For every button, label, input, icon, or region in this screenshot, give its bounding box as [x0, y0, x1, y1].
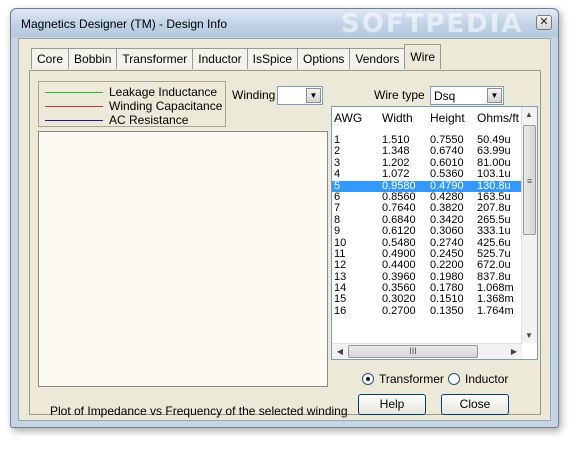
- scroll-left-icon[interactable]: ◀: [333, 347, 347, 356]
- wire-type-select-value: Dsq: [434, 89, 456, 103]
- wire-type-select[interactable]: Dsq ▼: [430, 86, 504, 105]
- scroll-down-icon[interactable]: ▼: [522, 331, 536, 340]
- plot-legend: Leakage Inductance Winding Capacitance A…: [38, 81, 226, 127]
- tab-bobbin[interactable]: Bobbin: [68, 48, 118, 69]
- table-row[interactable]: 12 0.4400 0.2200 672.0u: [332, 259, 522, 272]
- cell-width: 0.4400: [382, 259, 416, 272]
- wire-type-label: Wire type: [374, 88, 425, 102]
- cell-height: 0.3060: [430, 225, 464, 238]
- tab-transformer[interactable]: Transformer: [116, 48, 194, 69]
- table-row[interactable]: 16 0.2700 0.1350 1.764m: [332, 304, 522, 317]
- wire-table-body: 1 1.510 0.7550 50.49u 2 1.348 0.6740 63.99u 3 1.2…: [332, 134, 522, 317]
- cell-height: 0.1350: [430, 304, 464, 317]
- cell-ohms: 103.1u: [477, 168, 511, 181]
- chevron-down-icon[interactable]: ▼: [306, 88, 321, 103]
- dialog-client-area: Core Bobbin Transformer Inductor IsSpice…: [18, 38, 551, 421]
- column-header-height[interactable]: Height: [430, 111, 465, 125]
- vertical-scrollbar[interactable]: ▲ ≡ ▼: [521, 107, 537, 343]
- close-window-button[interactable]: ✕: [536, 15, 552, 30]
- tab-isspice[interactable]: IsSpice: [246, 48, 299, 69]
- legend-label-ac-resistance: AC Resistance: [109, 113, 189, 127]
- tab-wire[interactable]: Wire: [404, 44, 442, 69]
- tab-inductor[interactable]: Inductor: [192, 48, 248, 69]
- wire-table: AWG Width Height Ohms/ft 1 1.510 0.7550 50.…: [331, 106, 538, 360]
- radio-transformer-label: Transformer: [379, 372, 444, 386]
- design-info-window: Magnetics Designer (TM) - Design Info SO…: [10, 8, 559, 428]
- cell-width: 0.6120: [382, 225, 416, 238]
- radio-inductor-label: Inductor: [465, 372, 509, 386]
- tab-core[interactable]: Core: [31, 48, 70, 69]
- cell-awg: 9: [334, 225, 341, 238]
- winding-select[interactable]: ▼: [277, 86, 323, 105]
- plot-caption: Plot of Impedance vs Frequency of the se…: [50, 404, 348, 418]
- help-button[interactable]: Help: [358, 394, 426, 415]
- tab-vendors[interactable]: Vendors: [349, 48, 406, 69]
- column-header-width[interactable]: Width: [382, 111, 413, 125]
- cell-ohms: 672.0u: [477, 259, 511, 272]
- legend-item-capacitance: Winding Capacitance: [45, 99, 222, 113]
- horizontal-scroll-thumb[interactable]: III: [348, 345, 478, 358]
- chevron-down-icon[interactable]: ▼: [487, 88, 502, 103]
- cell-awg: 12: [334, 259, 347, 272]
- cell-height: 0.2200: [430, 259, 464, 272]
- impedance-plot-area: [38, 131, 328, 387]
- legend-line-leakage: [45, 91, 103, 93]
- horizontal-scrollbar[interactable]: ◀ III ▶: [332, 343, 522, 359]
- table-row[interactable]: 4 1.072 0.5360 103.1u: [332, 168, 522, 181]
- cell-width: 1.072: [382, 168, 410, 181]
- radio-inductor[interactable]: [448, 373, 460, 385]
- column-header-ohms-ft[interactable]: Ohms/ft: [477, 111, 519, 125]
- cell-ohms: 333.1u: [477, 225, 511, 238]
- radio-transformer[interactable]: [362, 373, 374, 385]
- watermark-text: SOFTPEDIA: [341, 9, 524, 39]
- transformer-radio-option[interactable]: Transformer: [362, 372, 444, 386]
- column-header-awg[interactable]: AWG: [334, 111, 362, 125]
- legend-line-ac-resistance: [45, 119, 103, 121]
- scroll-right-icon[interactable]: ▶: [507, 347, 521, 356]
- cell-awg: 4: [334, 168, 341, 181]
- inductor-radio-option[interactable]: Inductor: [448, 372, 508, 386]
- legend-item-ac-resistance: AC Resistance: [45, 113, 188, 127]
- title-bar[interactable]: Magnetics Designer (TM) - Design Info SO…: [11, 9, 558, 39]
- cell-width: 0.2700: [382, 304, 416, 317]
- table-row[interactable]: 9 0.6120 0.3060 333.1u: [332, 225, 522, 238]
- tab-strip: Core Bobbin Transformer Inductor IsSpice…: [31, 44, 442, 70]
- vertical-scroll-thumb[interactable]: ≡: [523, 125, 536, 235]
- legend-label-leakage: Leakage Inductance: [109, 85, 218, 99]
- legend-item-leakage: Leakage Inductance: [45, 85, 217, 99]
- close-button[interactable]: Close: [441, 394, 509, 415]
- wire-tab-panel: Leakage Inductance Winding Capacitance A…: [29, 70, 541, 418]
- window-title: Magnetics Designer (TM) - Design Info: [21, 17, 228, 31]
- legend-line-capacitance: [45, 105, 103, 107]
- cell-height: 0.5360: [430, 168, 464, 181]
- scroll-up-icon[interactable]: ▲: [522, 110, 536, 119]
- winding-label: Winding: [232, 88, 276, 102]
- tab-options[interactable]: Options: [297, 48, 351, 69]
- wire-table-header: AWG Width Height Ohms/ft: [332, 107, 522, 129]
- cell-awg: 16: [334, 304, 347, 317]
- cell-ohms: 1.764m: [477, 304, 514, 317]
- legend-label-capacitance: Winding Capacitance: [109, 99, 223, 113]
